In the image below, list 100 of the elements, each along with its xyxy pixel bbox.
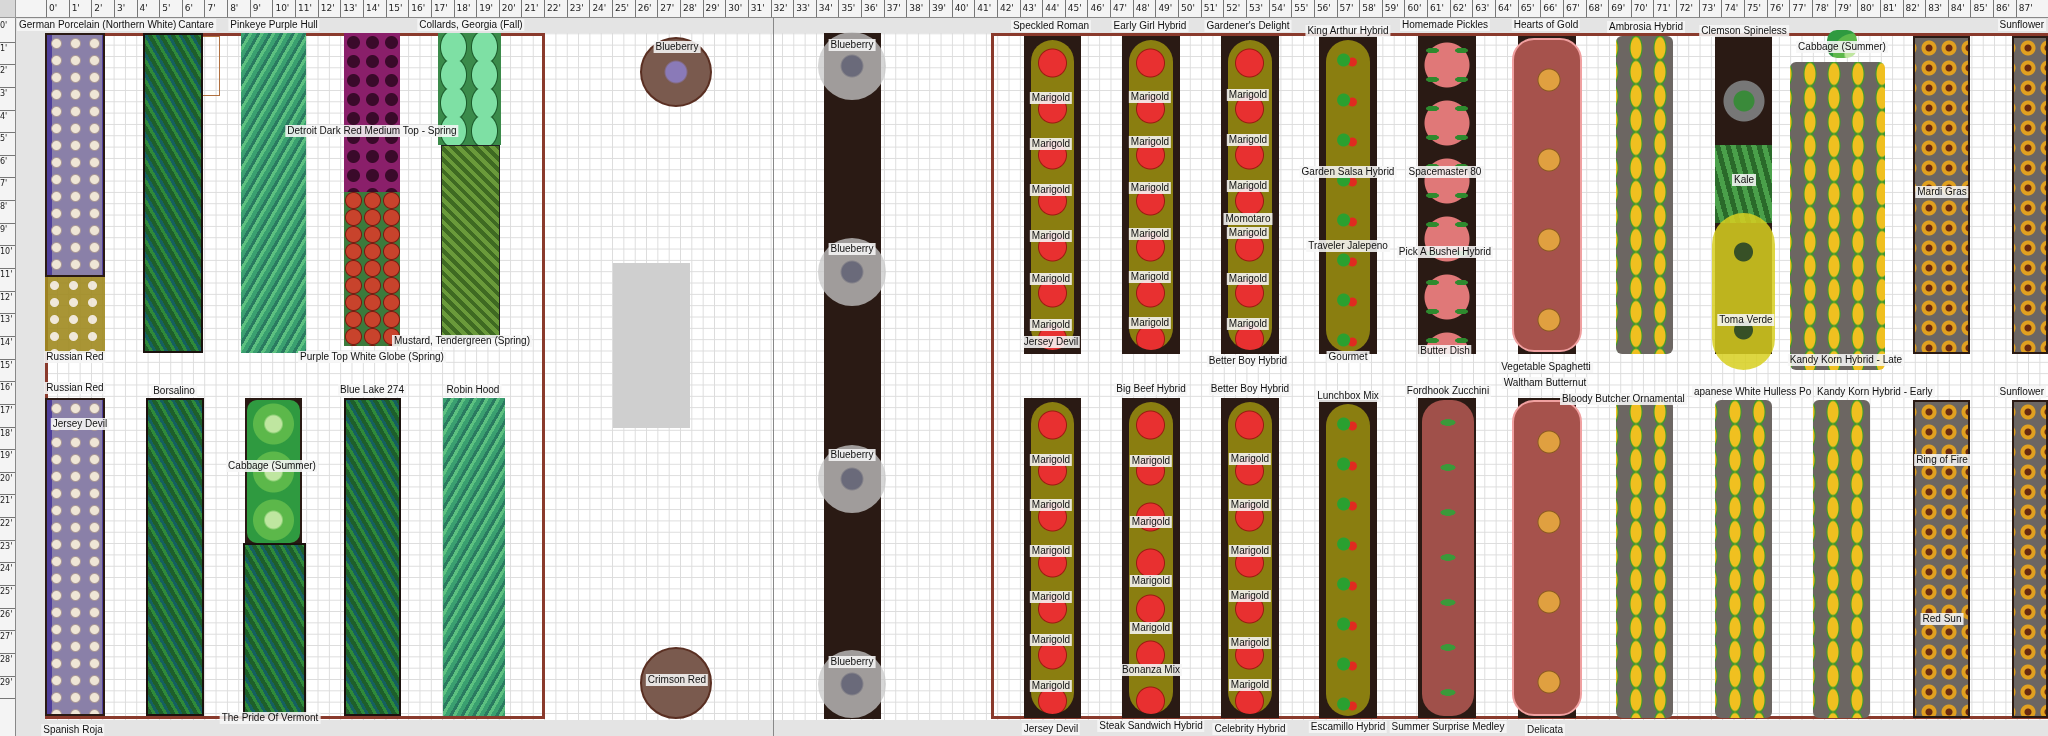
ruler-mark: 39' [929, 0, 952, 17]
plant-label: Marigold [1029, 454, 1073, 466]
ruler-mark: 32' [770, 0, 794, 17]
ruler-mark: 17' [430, 0, 454, 17]
plant-label: Kale [1732, 174, 1756, 186]
ruler-mark: 60' [1404, 0, 1428, 17]
ruler-mark: 26' [0, 608, 15, 632]
ruler-mark: 5' [0, 133, 15, 156]
plant-label: Marigold [1228, 499, 1272, 511]
plant-label: Speckled Roman [1010, 20, 1092, 32]
ruler-mark: 53' [1245, 0, 1269, 17]
plant-label: Traveler Jalepeno [1306, 240, 1390, 252]
plant-label: Marigold [1029, 591, 1073, 603]
ruler-mark: 40' [951, 0, 975, 17]
ruler-mark: 45' [1064, 0, 1088, 17]
ruler-mark: 27' [0, 631, 15, 654]
plant-label: Marigold [1226, 227, 1270, 239]
ruler-mark: 5' [159, 0, 182, 17]
plant-label: Marigold [1029, 634, 1073, 646]
plant-label: Russian Red [44, 351, 106, 363]
plant-label: Kandy Korn Hybrid - Late [1787, 354, 1905, 366]
plant-label: German Porcelain (Northern White) [17, 19, 179, 31]
ruler-mark: 20' [0, 472, 15, 496]
plant-label: Marigold [1228, 679, 1272, 691]
ruler-mark: 33' [793, 0, 816, 17]
ruler-mark: 57' [1336, 0, 1360, 17]
ruler-mark: 78' [1811, 0, 1835, 17]
ruler-mark: 66' [1540, 0, 1563, 17]
plant-label: Marigold [1128, 317, 1172, 329]
plant-label: Big Beef Hybrid [1114, 383, 1188, 395]
plant-label: Cabbage (Summer) [226, 460, 318, 472]
plant-label: Blueberry [828, 449, 876, 461]
plant-label: Marigold [1029, 184, 1073, 196]
plant-label: Spanish Roja [41, 724, 105, 736]
ruler-mark: 18' [0, 427, 15, 451]
plant-label: Momotaro [1223, 213, 1273, 225]
plant-label: Steak Sandwich Hybrid [1097, 720, 1205, 732]
ruler-mark: 3' [0, 87, 15, 111]
ruler-mark: 74' [1721, 0, 1745, 17]
ruler-mark: 80' [1857, 0, 1880, 17]
ruler-mark: 19' [0, 450, 15, 473]
ruler-mark: 70' [1630, 0, 1654, 17]
plant-label: Marigold [1228, 590, 1272, 602]
plant-label: Jersey Devil [1021, 723, 1081, 735]
ruler-mark: 75' [1744, 0, 1767, 17]
ruler-mark: 50' [1178, 0, 1201, 17]
plant-label: Pinkeye Purple Hull [228, 19, 320, 31]
ruler-mark: 54' [1268, 0, 1292, 17]
ruler-mark: 48' [1132, 0, 1156, 17]
plant-label: Marigold [1129, 622, 1173, 634]
ruler-mark: 29' [702, 0, 726, 17]
plant-label: Marigold [1226, 273, 1270, 285]
plant-label: Marigold [1029, 92, 1073, 104]
ruler-mark: 22' [0, 518, 15, 541]
plant-label: Marigold [1029, 273, 1073, 285]
plant-label: Marigold [1128, 271, 1172, 283]
ruler-mark: 69' [1608, 0, 1631, 17]
plant-label: Blueberry [828, 39, 876, 51]
plant-label: Early Girl Hybrid [1111, 20, 1189, 32]
plant-label: Fordhook Zucchini [1404, 385, 1492, 397]
ruler-mark: 65' [1517, 0, 1541, 17]
ruler-mark: 49' [1155, 0, 1179, 17]
plant-label: Hearts of Gold [1511, 19, 1581, 31]
plant-label: Bonanza Mix [1120, 664, 1182, 676]
ruler-mark: 16' [408, 0, 431, 17]
ruler-mark: 1' [68, 0, 92, 17]
ruler-mark: 81' [1879, 0, 1903, 17]
ruler-mark: 67' [1562, 0, 1586, 17]
ruler-mark: 0' [46, 0, 69, 17]
plant-label: Marigold [1226, 318, 1270, 330]
ruler-mark: 38' [906, 0, 929, 17]
ruler-mark: 15' [385, 0, 409, 17]
plant-label: Jersey Devil [1021, 336, 1081, 348]
ruler-mark: 36' [861, 0, 884, 17]
plant-label: Marigold [1029, 230, 1073, 242]
ruler-corner [0, 0, 16, 18]
ruler-mark: 62' [1449, 0, 1473, 17]
ruler-mark: 72' [1676, 0, 1699, 17]
ruler-mark: 73' [1698, 0, 1722, 17]
plant-label: Marigold [1128, 136, 1172, 148]
ruler-mark: 25' [0, 586, 15, 609]
ruler-mark: 10' [272, 0, 296, 17]
ruler-mark: 3' [113, 0, 137, 17]
ruler-mark: 7' [0, 178, 15, 202]
ruler-mark: 41' [974, 0, 997, 17]
ruler-mark: 56' [1313, 0, 1337, 17]
plant-label: Blueberry [828, 656, 876, 668]
plant-label: Collards, Georgia (Fall) [417, 19, 525, 31]
plant-label: Cabbage (Summer) [1796, 41, 1888, 53]
plant-label: Sunflower [1997, 19, 2046, 31]
ruler-mark: 4' [136, 0, 160, 17]
plant-label: Blueberry [828, 243, 876, 255]
plant-label: Jersey Devil [50, 418, 110, 430]
plant-label: Blue Lake 274 [338, 384, 406, 396]
plant-label: Spacemaster 80 [1406, 166, 1484, 178]
plant-label: Marigold [1129, 455, 1173, 467]
ruler-mark: 9' [249, 0, 273, 17]
ruler-mark: 42' [996, 0, 1020, 17]
ruler-mark: 4' [0, 110, 15, 134]
plant-label: King Arthur Hybrid [1305, 25, 1391, 37]
